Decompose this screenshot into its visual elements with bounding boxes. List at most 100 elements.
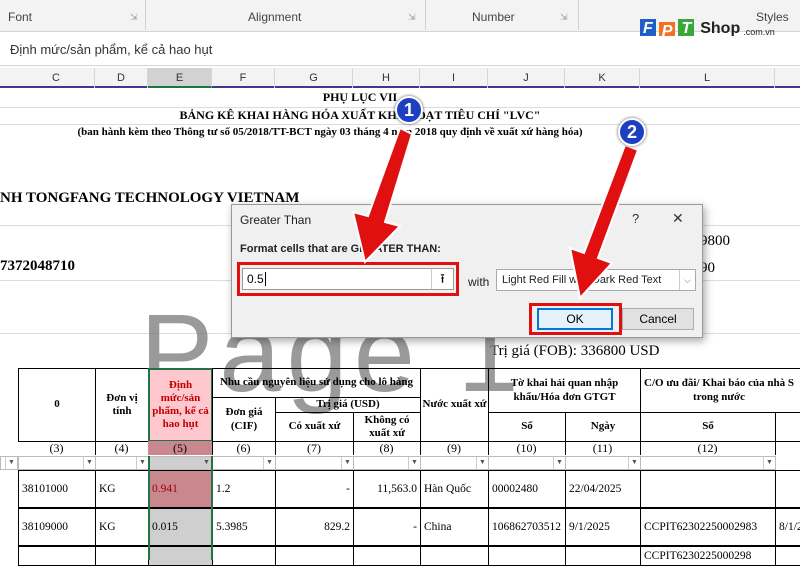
- table-cell[interactable]: [420, 546, 489, 566]
- column-header-l[interactable]: L: [640, 68, 775, 88]
- table-cell[interactable]: CCPIT62302250002983: [640, 508, 776, 546]
- header-with-origin: Có xuất xứ: [275, 412, 354, 442]
- table-cell[interactable]: [775, 470, 800, 508]
- divider: [425, 0, 426, 30]
- header-value-group: Trị giá (USD): [275, 397, 421, 413]
- filter-arrow-icon: ▼: [263, 457, 275, 469]
- column-header-e[interactable]: E: [148, 68, 212, 88]
- table-cell[interactable]: [95, 546, 149, 566]
- header-co-date: [775, 412, 800, 442]
- sheet-subtitle: (ban hành kèm theo Thông tư số 05/2018/T…: [77, 126, 583, 138]
- table-cell[interactable]: [353, 546, 421, 566]
- format-select[interactable]: Light Red Fill with Dark Red Text ⌵: [496, 269, 696, 291]
- filter-dropdown[interactable]: ▼: [18, 456, 96, 470]
- column-header-g[interactable]: G: [275, 68, 353, 88]
- ok-button[interactable]: OK: [537, 308, 613, 330]
- filter-arrow-icon: ▼: [763, 457, 775, 469]
- step-1-badge: 1: [395, 96, 423, 124]
- filter-dropdown[interactable]: ▼: [488, 456, 566, 470]
- column-number-cell: (3): [18, 441, 96, 455]
- filter-arrow-icon: ▼: [408, 457, 420, 469]
- table-cell[interactable]: 22/04/2025: [565, 470, 641, 508]
- table-cell[interactable]: 5.3985: [212, 508, 276, 546]
- value-input[interactable]: 0.5 ⭱: [242, 268, 454, 290]
- table-cell[interactable]: -: [353, 508, 421, 546]
- table-cell[interactable]: China: [420, 508, 489, 546]
- filter-arrow-icon: ▼: [5, 457, 17, 469]
- table-cell[interactable]: -: [275, 470, 354, 508]
- header-co-number: Số: [640, 412, 776, 442]
- table-cell[interactable]: [565, 546, 641, 566]
- header-date: Ngày: [565, 412, 641, 442]
- dialog-title: Greater Than: [240, 213, 312, 227]
- filter-arrow-icon: ▼: [628, 457, 640, 469]
- column-header-h[interactable]: H: [353, 68, 420, 88]
- column-number-cell: (6): [212, 441, 276, 455]
- divider: [145, 0, 146, 30]
- filter-dropdown[interactable]: ▼: [353, 456, 421, 470]
- table-cell[interactable]: 38109000: [18, 508, 96, 546]
- table-cell[interactable]: [640, 470, 776, 508]
- column-number-cell: (11): [565, 441, 641, 455]
- table-cell[interactable]: 106862703512: [488, 508, 566, 546]
- table-cell[interactable]: KG: [95, 508, 149, 546]
- header-norm[interactable]: Định mức/sản phẩm, kể cả hao hụt: [148, 368, 213, 442]
- filter-dropdown[interactable]: ▼: [640, 456, 776, 470]
- column-header-k[interactable]: K: [565, 68, 640, 88]
- help-button[interactable]: ?: [632, 211, 639, 226]
- column-number-cell: (4): [95, 441, 149, 455]
- table-cell[interactable]: [488, 546, 566, 566]
- filter-dropdown[interactable]: ▼: [420, 456, 489, 470]
- ribbon-group-font: Font: [8, 10, 33, 24]
- table-cell[interactable]: 38101000: [18, 470, 96, 508]
- table-cell[interactable]: CCPIT6230225000298: [640, 546, 776, 566]
- filter-dropdown[interactable]: ▼: [565, 456, 641, 470]
- table-cell[interactable]: 11,563.0: [353, 470, 421, 508]
- column-header-i[interactable]: I: [420, 68, 488, 88]
- number-dialog-launcher-icon[interactable]: ⇲: [560, 12, 568, 23]
- table-cell[interactable]: 9/1/2025: [565, 508, 641, 546]
- sheet-title-appendix: PHỤ LỤC VII: [322, 90, 398, 104]
- ribbon-group-alignment: Alignment: [248, 10, 302, 24]
- table-cell[interactable]: 00002480: [488, 470, 566, 508]
- column-number-cell: (9): [420, 441, 489, 455]
- filter-arrow-icon: ▼: [553, 457, 565, 469]
- column-header-d[interactable]: D: [95, 68, 148, 88]
- table-cell[interactable]: [212, 546, 276, 566]
- column-number-cell: (12): [640, 441, 776, 455]
- column-header-f[interactable]: F: [212, 68, 275, 88]
- column-header-c[interactable]: C: [18, 68, 95, 88]
- table-cell[interactable]: KG: [95, 470, 149, 508]
- greater-than-dialog: Greater Than ? ✕ Format cells that are G…: [231, 204, 703, 338]
- font-dialog-launcher-icon[interactable]: ⇲: [130, 12, 138, 23]
- column-number-cell: (8): [353, 441, 421, 455]
- header-origin-country: Nước xuất xứ: [420, 368, 489, 442]
- collapse-dialog-icon[interactable]: ⭱: [431, 269, 453, 289]
- header-customs-group: Tờ khai hải quan nhập khẩu/Hóa đơn GTGT: [488, 368, 641, 413]
- alignment-dialog-launcher-icon[interactable]: ⇲: [408, 12, 416, 23]
- table-cell[interactable]: 1.2: [212, 470, 276, 508]
- table-cell[interactable]: [275, 546, 354, 566]
- table-cell[interactable]: [18, 546, 96, 566]
- step-2-badge: 2: [618, 118, 646, 146]
- table-cell[interactable]: Hàn Quốc: [420, 470, 489, 508]
- filter-dropdown[interactable]: ▼: [275, 456, 354, 470]
- header-c: 0: [18, 368, 96, 442]
- text-cursor: [264, 272, 266, 286]
- formula-bar[interactable]: Định mức/sản phẩm, kể cả hao hụt: [0, 36, 800, 66]
- header-unit-price: Đơn giá (CIF): [212, 397, 276, 442]
- selected-column-outline: [148, 456, 213, 560]
- close-button[interactable]: ✕: [672, 210, 684, 227]
- chevron-down-icon[interactable]: ⌵: [679, 270, 695, 290]
- filter-dropdown[interactable]: ▼: [0, 456, 18, 470]
- filter-dropdown[interactable]: ▼: [212, 456, 276, 470]
- filter-arrow-icon: ▼: [83, 457, 95, 469]
- formula-bar-value: Định mức/sản phẩm, kể cả hao hụt: [10, 42, 213, 57]
- table-cell[interactable]: 8/1/2: [775, 508, 800, 546]
- filter-dropdown[interactable]: ▼: [95, 456, 149, 470]
- table-cell[interactable]: [775, 546, 800, 566]
- right-value-1: 9800: [700, 233, 730, 249]
- cancel-button[interactable]: Cancel: [622, 308, 694, 330]
- column-header-j[interactable]: J: [488, 68, 565, 88]
- table-cell[interactable]: 829.2: [275, 508, 354, 546]
